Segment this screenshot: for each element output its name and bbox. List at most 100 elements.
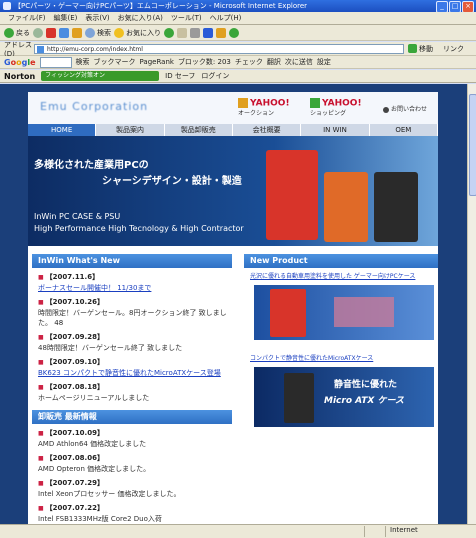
login-button[interactable]: ログイン xyxy=(201,71,229,81)
news-date: 【2007.11.6】 xyxy=(38,272,232,283)
window-title: 【PCパーツ・ゲーマー向けPCパーツ】エムコーポレーション - Microsof… xyxy=(14,2,308,10)
hero-subheading-2: High Performance High Tecnology & High C… xyxy=(34,224,244,233)
site-logo[interactable]: Emu Corporation xyxy=(40,100,148,113)
google-search-input[interactable] xyxy=(39,56,72,68)
nav-company[interactable]: 会社概要 xyxy=(233,124,302,136)
history-button[interactable] xyxy=(164,27,174,38)
news-text: 時間限定！バーゲンセール。8円オークション終了 致しました。 xyxy=(38,309,227,327)
vertical-scrollbar[interactable] xyxy=(467,84,476,524)
go-button[interactable]: 移動 xyxy=(408,44,433,54)
pagerank-indicator[interactable]: PageRank xyxy=(140,58,174,66)
stop-button[interactable] xyxy=(46,27,56,38)
nav-oem[interactable]: OEM xyxy=(370,124,438,136)
mail-button[interactable] xyxy=(177,27,187,38)
address-bar: アドレス(D) http://emu-corp.com/index.html 移… xyxy=(0,41,476,58)
nav-home[interactable]: HOME xyxy=(28,124,97,136)
messenger-button[interactable] xyxy=(229,27,239,38)
news-text: 48時間限定！バーゲンセール終了 致しました xyxy=(38,344,183,352)
product-banner-microatx[interactable]: 静音性に優れた Micro ATX ケース xyxy=(254,367,434,427)
menu-bar: ファイル(F) 編集(E) 表示(V) お気に入り(A) ツール(T) ヘルプ(… xyxy=(0,12,476,25)
yahoo-auction-link[interactable]: YAHOO! オークション xyxy=(238,98,290,118)
nav-wholesale[interactable]: 製品卸販売 xyxy=(165,124,233,136)
news-item: 【2007.07.22】Intel FSB1333MHz版 Core2 Duo入… xyxy=(32,503,232,524)
menu-file[interactable]: ファイル(F) xyxy=(8,13,46,23)
news-date: 【2007.08.18】 xyxy=(38,382,232,393)
contact-icon xyxy=(383,106,389,113)
address-url: http://emu-corp.com/index.html xyxy=(47,45,143,53)
news-date: 【2007.09.28】 xyxy=(38,332,232,343)
site-header: Emu Corporation YAHOO! オークション YAHOO! ショッピン… xyxy=(28,92,438,124)
search-icon xyxy=(85,27,95,38)
forward-arrow-icon xyxy=(33,27,43,38)
favorites-button[interactable]: お気に入り xyxy=(114,27,161,38)
google-bookmarks-button[interactable]: ブックマーク xyxy=(94,57,136,67)
yahoo-auction-icon xyxy=(238,98,248,108)
security-zone: Internet xyxy=(385,526,470,537)
star-icon xyxy=(114,27,124,38)
google-search-button[interactable]: 検索 xyxy=(76,57,90,67)
go-label: 移動 xyxy=(419,44,433,53)
mail-icon xyxy=(177,27,187,38)
forward-button[interactable] xyxy=(33,27,43,38)
address-input[interactable]: http://emu-corp.com/index.html xyxy=(34,43,404,54)
news-text: AMD Opteron 価格改定しました。 xyxy=(38,465,151,473)
yahoo-shopping-link[interactable]: YAHOO! ショッピング xyxy=(310,98,362,118)
yahoo-shopping-label: ショッピング xyxy=(310,109,347,117)
menu-edit[interactable]: 編集(E) xyxy=(54,13,78,23)
home-button[interactable] xyxy=(72,27,82,38)
yahoo-shopping-icon xyxy=(310,98,320,108)
product-link[interactable]: 光沢に優れる自動車用塗料を使用した ゲーマー向けPCケース xyxy=(244,272,438,281)
folder-icon xyxy=(216,27,226,38)
menu-view[interactable]: 表示(V) xyxy=(85,13,109,23)
news-link[interactable]: BK623 コンパクトで静音性に優れたMicroATXケース登場 xyxy=(38,369,221,377)
news-text: Intel FSB1333MHz版 Core2 Duo入荷 xyxy=(38,515,162,523)
nav-products[interactable]: 製品案内 xyxy=(96,124,165,136)
product-banner-gamer-case[interactable] xyxy=(254,285,434,340)
news-link[interactable]: ボーナスセール開催中！ 11/30まで xyxy=(38,284,151,292)
google-settings-button[interactable]: 設定 xyxy=(317,57,331,67)
menu-help[interactable]: ヘルプ(H) xyxy=(210,13,242,23)
links-button[interactable]: リンク xyxy=(443,44,464,54)
news-item: 【2007.10.09】AMD Athlon64 価格改定しました xyxy=(32,428,232,449)
pc-case-black-image xyxy=(284,373,314,423)
send-to-button[interactable]: 次に送信 xyxy=(285,57,313,67)
nav-inwin[interactable]: IN WIN xyxy=(301,124,370,136)
norton-logo: Norton xyxy=(4,71,36,81)
favorites-label: お気に入り xyxy=(126,28,161,37)
site-container: Emu Corporation YAHOO! オークション YAHOO! ショッピン… xyxy=(28,92,438,524)
news-item: 【2007.09.28】48時間限定！バーゲンセール終了 致しました xyxy=(32,332,232,353)
menu-favorites[interactable]: お気に入り(A) xyxy=(118,13,163,23)
hero-subheading-1: InWin PC CASE & PSU xyxy=(34,212,121,221)
scrollbar-thumb[interactable] xyxy=(469,94,476,196)
idsafe-button[interactable]: ID セーフ xyxy=(165,71,195,81)
stop-icon xyxy=(46,27,56,38)
phishing-protection-toggle[interactable]: フィッシング対策オン xyxy=(41,71,160,81)
google-toolbar: Google 検索 ブックマーク PageRank ブロック数: 203 チェッ… xyxy=(0,56,476,69)
news-item: 【2007.08.06】AMD Opteron 価格改定しました。 xyxy=(32,453,232,474)
back-button[interactable]: 戻る xyxy=(4,27,30,38)
product-link[interactable]: コンパクトで静音性に優れたMicroATXケース xyxy=(244,354,438,363)
contact-link[interactable]: お問い合わせ xyxy=(383,104,427,113)
news-text: ホームページリニューアルしました xyxy=(38,394,150,402)
discuss-button[interactable] xyxy=(216,27,226,38)
refresh-button[interactable] xyxy=(59,27,69,38)
spell-check-button[interactable]: チェック xyxy=(235,57,263,67)
translate-button[interactable]: 翻訳 xyxy=(267,57,281,67)
status-bar: Internet xyxy=(0,524,476,538)
go-arrow-icon xyxy=(408,44,417,53)
new-product-section: New Product 光沢に優れる自動車用塗料を使用した ゲーマー向けPCケー… xyxy=(244,254,438,427)
new-product-heading: New Product xyxy=(244,254,438,268)
menu-tools[interactable]: ツール(T) xyxy=(171,13,202,23)
news-item: 【2007.10.26】時間限定！バーゲンセール。8円オークション終了 致しまし… xyxy=(32,297,232,328)
product-photo xyxy=(334,297,394,327)
news-item: 【2007.11.6】ボーナスセール開催中！ 11/30まで xyxy=(32,272,232,293)
news-date: 【2007.08.06】 xyxy=(38,453,232,464)
whats-new-section: InWin What's New 【2007.11.6】ボーナスセール開催中！ … xyxy=(32,254,232,403)
edit-button[interactable] xyxy=(203,27,213,38)
print-button[interactable] xyxy=(190,27,200,38)
popup-blocker[interactable]: ブロック数: 203 xyxy=(178,57,231,67)
news-item: 【2007.09.10】BK623 コンパクトで静音性に優れたMicroATXケ… xyxy=(32,357,232,378)
search-button[interactable]: 検索 xyxy=(85,27,111,38)
news-item: 【2007.08.18】ホームページリニューアルしました xyxy=(32,382,232,403)
hero-heading-2: シャーシデザイン・設計・製造 xyxy=(102,176,242,187)
